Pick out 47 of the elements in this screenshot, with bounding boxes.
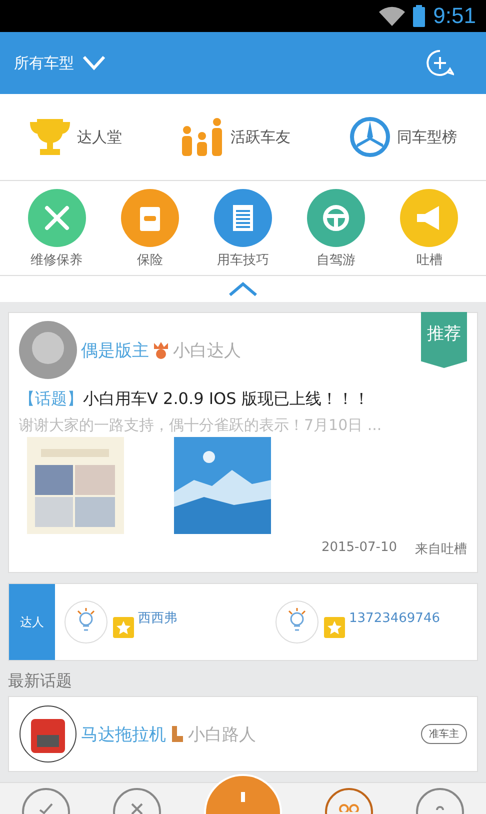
avatar <box>19 321 77 379</box>
avatar <box>19 705 77 763</box>
recommended-badge: 推荐 <box>421 312 467 368</box>
user-rank: 小白达人 <box>173 340 241 362</box>
chevron-down-icon[interactable] <box>82 55 106 71</box>
category-label[interactable]: 维修保养 <box>30 251 83 269</box>
post-card[interactable]: 马达拖拉机 小白路人 准车主 <box>8 696 478 772</box>
battery-icon <box>413 5 426 27</box>
car-model-title[interactable]: 所有车型 <box>14 54 74 72</box>
steering-wheel-icon <box>348 116 391 158</box>
post-excerpt: 谢谢大家的一路支持，偶十分雀跃的表示！7月10日 ... <box>19 416 383 435</box>
avatar-lightbulb-icon <box>63 599 109 645</box>
chevron-up-icon[interactable] <box>228 281 258 297</box>
talent-label: 达人 <box>9 584 55 660</box>
category-label[interactable]: 用车技巧 <box>216 251 269 269</box>
tools-icon <box>42 204 71 232</box>
status-time: 9:51 <box>433 3 476 29</box>
section-heading: 最新话题 <box>7 670 73 692</box>
add-chat-icon[interactable] <box>426 49 454 77</box>
check-icon <box>38 802 54 814</box>
category-label[interactable]: 保险 <box>136 251 163 269</box>
shortcut-link[interactable]: 达人堂 <box>77 128 122 146</box>
talent-name[interactable]: 13723469746 <box>349 610 440 626</box>
star-badge-icon <box>113 616 134 638</box>
talent-name[interactable]: 西西弗 <box>138 609 177 627</box>
plus-icon <box>240 792 246 802</box>
category-label[interactable]: 吐槽 <box>416 251 442 269</box>
car-card-icon <box>138 204 162 232</box>
user-rank: 小白路人 <box>188 724 256 746</box>
avatar-lightbulb-icon <box>274 599 320 645</box>
document-icon <box>232 204 254 232</box>
post-source: 来自吐槽 <box>415 541 467 558</box>
category-label[interactable]: 自驾游 <box>316 251 356 269</box>
shortcut-link[interactable]: 活跃车友 <box>230 128 290 146</box>
post-card[interactable]: 偶是版主 小白达人 推荐 【话题】小白用车V 2.0.9 IOS 版现已上线！！！ 谢谢大家的一路支持，偶十分雀跃的表示！7月10日 ... 2015-07-10 来自吐槽 <box>8 312 478 573</box>
post-title: 【话题】小白用车V 2.0.9 IOS 版现已上线！！！ <box>19 389 370 410</box>
shortcut-link[interactable]: 同车型榜 <box>396 128 457 146</box>
trophy-icon <box>29 118 72 156</box>
podium-icon <box>180 118 224 156</box>
wifi-icon <box>379 6 406 26</box>
crown-icon <box>153 341 169 359</box>
role-tag: 准车主 <box>421 724 467 744</box>
chat-icon <box>338 802 360 812</box>
steering-wheel-icon <box>322 204 350 232</box>
star-badge-icon <box>324 616 345 638</box>
close-icon <box>130 802 144 814</box>
post-date: 2015-07-10 <box>321 540 397 557</box>
